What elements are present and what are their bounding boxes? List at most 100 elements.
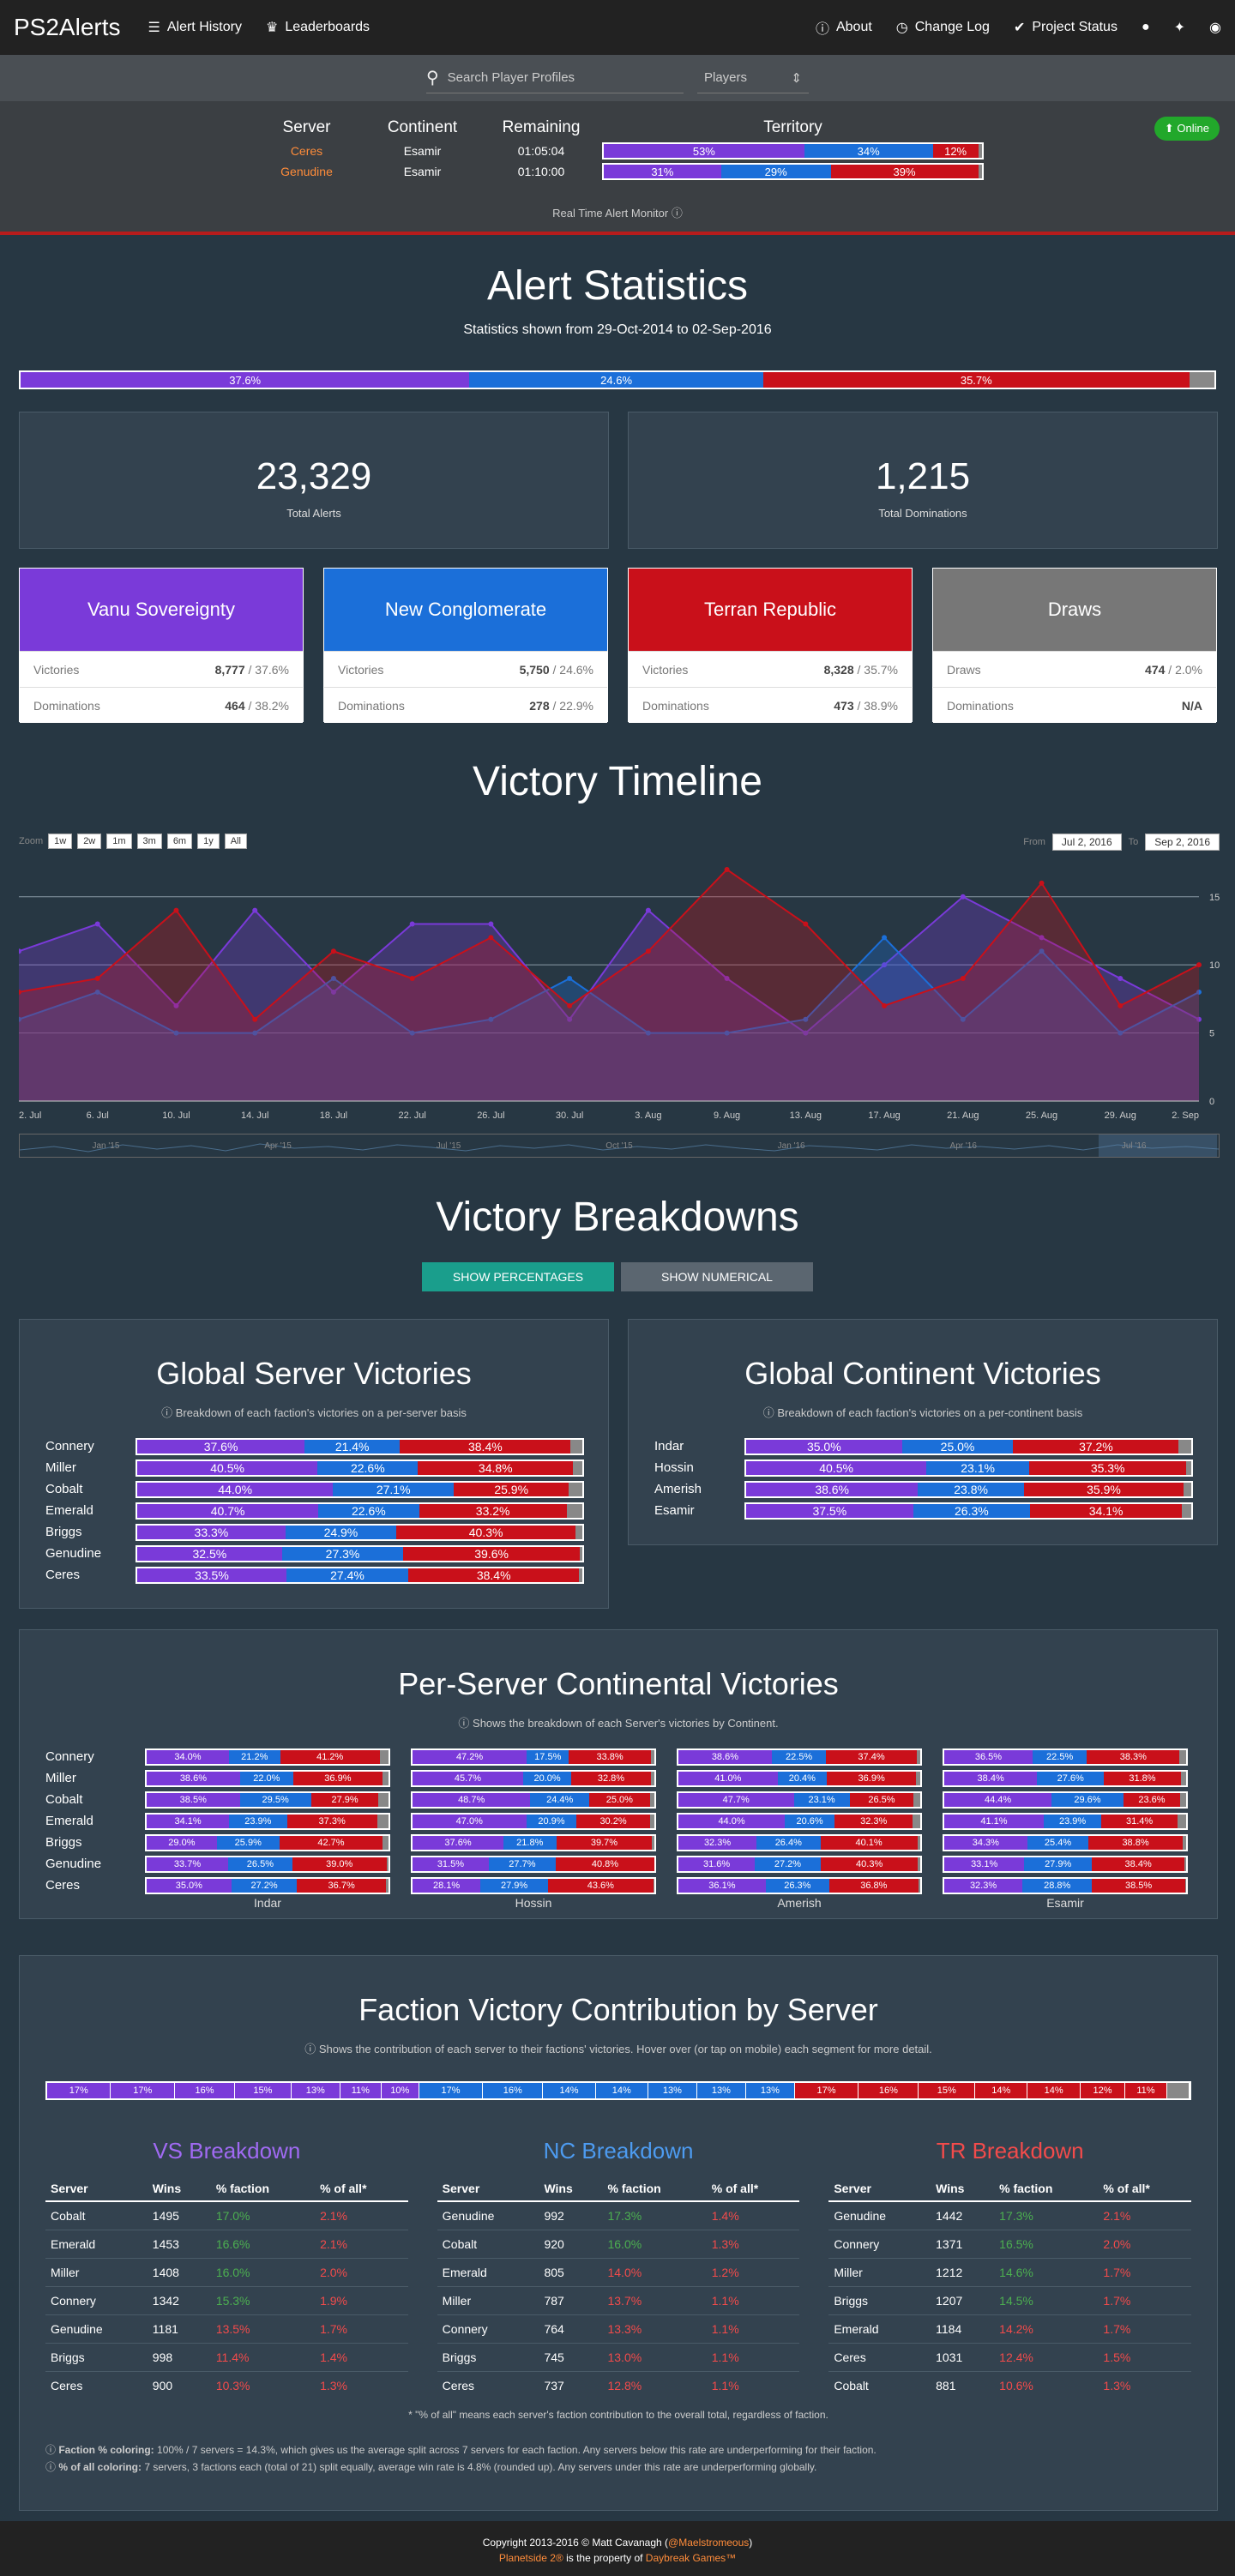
breakdown-bar[interactable]: 44.0% 27.1% 25.9% (136, 1480, 584, 1498)
data-point[interactable] (882, 935, 888, 941)
data-point[interactable] (252, 907, 258, 913)
contribution-segment-tr[interactable]: 14% (975, 2083, 1028, 2098)
nav-leaderboards[interactable]: ♛ Leaderboards (266, 19, 370, 36)
bar-segment-nc[interactable]: 21.2% (228, 1749, 280, 1764)
bar-segment-tr[interactable]: 37.3% (286, 1814, 377, 1828)
bar-segment-tr[interactable]: 40.3% (820, 1857, 919, 1871)
bar-segment-tr[interactable]: 34.1% (1030, 1503, 1183, 1518)
bar-segment-nc[interactable]: 26.5% (228, 1857, 292, 1871)
show-percentages-button[interactable]: SHOW PERCENTAGES (422, 1262, 614, 1291)
bar-segment-dr[interactable] (918, 1878, 920, 1893)
bar-segment-nc[interactable]: 23.8% (918, 1482, 1024, 1496)
bar-segment-tr[interactable]: 38.3% (1087, 1749, 1180, 1764)
bar-segment-dr[interactable] (386, 1857, 389, 1871)
bar-segment-tr[interactable]: 37.4% (826, 1749, 917, 1764)
bar-segment-dr[interactable] (570, 1439, 582, 1454)
breakdown-bar[interactable]: 45.7% 20.0% 32.8% (411, 1769, 656, 1787)
zoom-1m[interactable]: 1m (106, 834, 132, 849)
bar-segment-dr[interactable] (1177, 1814, 1186, 1828)
breakdown-bar[interactable]: 47.0% 20.9% 30.2% (411, 1812, 656, 1830)
breakdown-bar[interactable]: 33.7% 26.5% 39.0% (145, 1855, 390, 1873)
bar-segment-tr[interactable]: 32.8% (571, 1771, 651, 1785)
search-input[interactable]: ⚲ Search Player Profiles (426, 63, 684, 93)
breakdown-bar[interactable]: 38.6% 23.8% 35.9% (744, 1480, 1193, 1498)
monitor-row[interactable]: Ceres Esamir 01:05:04 53% 34% 12% (249, 141, 984, 161)
bar-segment-nc[interactable]: 27.3% (281, 1546, 404, 1561)
bar-segment-nc[interactable]: 26.3% (913, 1503, 1031, 1518)
bar-segment-vs[interactable]: 47.7% (678, 1792, 794, 1807)
data-point[interactable] (409, 976, 415, 982)
breakdown-bar[interactable]: 32.5% 27.3% 39.6% (136, 1544, 584, 1562)
bar-segment-vs[interactable]: 33.1% (944, 1857, 1025, 1871)
data-point[interactable] (252, 1016, 258, 1022)
data-point[interactable] (567, 976, 573, 982)
bar-segment-nc[interactable]: 20.0% (522, 1771, 572, 1785)
bar-segment-dr[interactable] (1186, 1460, 1191, 1475)
github-icon[interactable]: ● (1142, 20, 1150, 35)
bar-segment-nc[interactable]: 26.3% (765, 1878, 829, 1893)
contribution-segment-nc[interactable]: 14% (543, 2083, 596, 2098)
contribution-segment-tr[interactable]: 17% (794, 2083, 859, 2098)
bar-segment-dr[interactable] (579, 1568, 582, 1582)
bar-segment-vs[interactable]: 36.5% (944, 1749, 1033, 1764)
data-point[interactable] (1039, 880, 1045, 886)
contribution-segment-nc[interactable]: 13% (745, 2083, 795, 2098)
bar-segment-vs[interactable]: 37.6% (413, 1835, 504, 1850)
data-point[interactable] (488, 935, 494, 941)
breakdown-bar[interactable]: 36.5% 22.5% 38.3% (943, 1748, 1188, 1766)
bar-segment-vs[interactable]: 35.0% (746, 1439, 902, 1454)
bar-segment-tr[interactable]: 40.8% (555, 1857, 654, 1871)
bar-segment-vs[interactable]: 33.5% (137, 1568, 286, 1582)
bar-segment-dr[interactable] (649, 1814, 654, 1828)
data-point[interactable] (803, 921, 809, 927)
data-point[interactable] (1118, 976, 1124, 982)
breakdown-bar[interactable]: 37.6% 21.8% 39.7% (411, 1833, 656, 1851)
bar-segment-tr[interactable]: 26.5% (849, 1792, 914, 1807)
bar-segment-nc[interactable]: 21.4% (304, 1439, 401, 1454)
bar-segment-tr[interactable]: 36.8% (828, 1878, 919, 1893)
bar-segment-vs[interactable]: 38.5% (147, 1792, 240, 1807)
breakdown-bar[interactable]: 41.0% 20.4% 36.9% (677, 1769, 922, 1787)
breakdown-bar[interactable]: 38.4% 27.6% 31.8% (943, 1769, 1188, 1787)
bar-segment-dr[interactable] (382, 1771, 389, 1785)
data-point[interactable] (645, 907, 651, 913)
nav-alert-history[interactable]: ☰ Alert History (148, 19, 242, 36)
breakdown-bar[interactable]: 47.7% 23.1% 26.5% (677, 1791, 922, 1809)
bar-segment-vs[interactable]: 34.0% (147, 1749, 229, 1764)
bar-segment-tr[interactable]: 38.4% (400, 1439, 571, 1454)
bar-segment-vs[interactable]: 37.5% (746, 1503, 913, 1518)
breakdown-bar[interactable]: 41.1% 23.9% 31.4% (943, 1812, 1188, 1830)
bar-segment-vs[interactable]: 32.3% (944, 1878, 1023, 1893)
timeline-navigator[interactable]: Jan '15 Apr '15 Jul '15 Oct '15 Jan '16 Apr '… (19, 1134, 1220, 1158)
breakdown-bar[interactable]: 44.4% 29.6% 23.6% (943, 1791, 1188, 1809)
bar-segment-tr[interactable]: 36.7% (297, 1878, 386, 1893)
bar-segment-nc[interactable]: 29.5% (239, 1792, 311, 1807)
bar-segment-dr[interactable] (916, 1749, 920, 1764)
data-point[interactable] (1196, 962, 1202, 968)
bar-segment-dr[interactable] (377, 1814, 389, 1828)
show-numerical-button[interactable]: SHOW NUMERICAL (621, 1262, 813, 1291)
breakdown-bar[interactable]: 47.2% 17.5% 33.8% (411, 1748, 656, 1766)
bar-segment-nc[interactable]: 26.4% (756, 1835, 821, 1850)
breakdown-bar[interactable]: 33.5% 27.4% 38.4% (136, 1566, 584, 1584)
contribution-segment-vs[interactable]: 17% (47, 2083, 111, 2098)
bar-segment-vs[interactable]: 29.0% (147, 1835, 217, 1850)
bar-segment-tr[interactable]: 36.9% (827, 1771, 917, 1785)
bar-segment-tr[interactable]: 38.8% (1088, 1835, 1183, 1850)
bar-segment-tr[interactable]: 36.9% (292, 1771, 383, 1785)
breakdown-bar[interactable]: 29.0% 25.9% 42.7% (145, 1833, 390, 1851)
bar-segment-vs[interactable]: 44.0% (678, 1814, 786, 1828)
data-point[interactable] (330, 948, 336, 954)
bar-segment-tr[interactable]: 41.2% (280, 1749, 380, 1764)
bar-segment-dr[interactable] (575, 1525, 582, 1539)
bar-segment-dr[interactable] (650, 1771, 654, 1785)
bar-segment-vs[interactable]: 44.4% (944, 1792, 1052, 1807)
bar-segment-dr[interactable] (378, 1792, 389, 1807)
bar-segment-nc[interactable]: 22.6% (318, 1503, 419, 1518)
bar-segment-nc[interactable]: 28.8% (1022, 1878, 1093, 1893)
bar-segment-nc[interactable]: 27.7% (488, 1857, 556, 1871)
bar-segment-tr[interactable]: 42.7% (279, 1835, 383, 1850)
breakdown-bar[interactable]: 31.6% 27.2% 40.3% (677, 1855, 922, 1873)
bar-segment-vs[interactable]: 40.5% (746, 1460, 927, 1475)
breakdown-bar[interactable]: 37.5% 26.3% 34.1% (744, 1502, 1193, 1520)
